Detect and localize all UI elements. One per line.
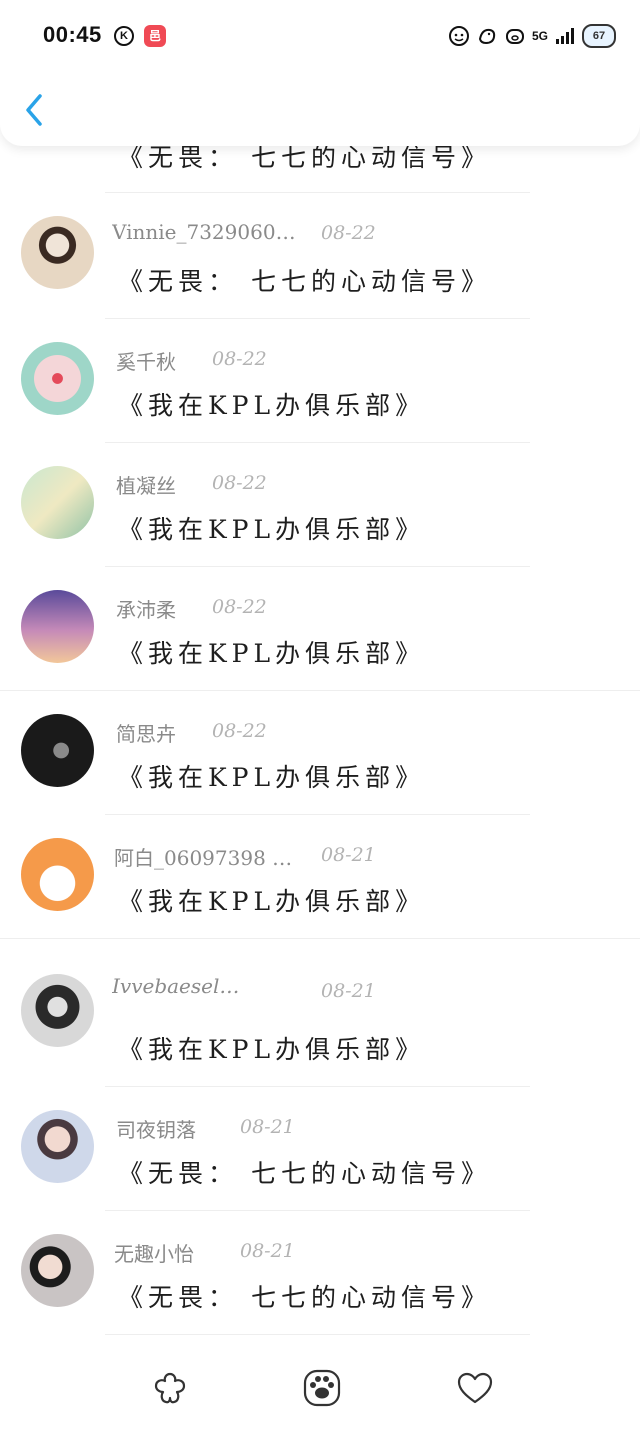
avatar [21, 590, 94, 663]
avatar [21, 714, 94, 787]
username: 阿白_06097398 … [114, 846, 293, 870]
divider [0, 938, 640, 939]
username: Ivvebaesel… [112, 974, 240, 998]
list-item[interactable]: 阿白_06097398 … 08-21 《我在KPL办俱乐部》 [0, 814, 640, 938]
username: 承沛柔 [116, 598, 176, 622]
divider [105, 1334, 530, 1335]
list-item[interactable]: 司夜钥落 08-21 《无畏： 七七的心动信号》 [0, 1086, 640, 1210]
divider [105, 1086, 530, 1087]
app-red-icon: 邑 [144, 25, 166, 47]
avatar [21, 1234, 94, 1307]
divider [105, 566, 530, 567]
post-date: 08-22 [212, 596, 267, 618]
signal-icon [556, 28, 575, 44]
username: 植凝丝 [116, 474, 176, 498]
network-label: 5G [532, 29, 549, 43]
book-title: 《我在KPL办俱乐部》 [118, 887, 426, 916]
avatar [21, 1110, 94, 1183]
list-item[interactable]: 无趣小怡 08-21 《无畏： 七七的心动信号》 [0, 1210, 640, 1335]
post-date: 08-21 [240, 1240, 295, 1262]
status-bar: 00:45 K 邑 5G 67 [0, 0, 640, 72]
list-item[interactable]: 奚千秋 08-22 《我在KPL办俱乐部》 [0, 318, 640, 442]
face-icon [449, 26, 469, 46]
book-title: 《无畏： 七七的心动信号》 [118, 267, 491, 296]
avatar [21, 838, 94, 911]
status-time: 00:45 [43, 22, 102, 47]
battery-indicator: 67 [582, 24, 617, 48]
divider [105, 814, 530, 815]
divider [105, 1210, 530, 1211]
avatar [21, 216, 94, 289]
top-header: 00:45 K 邑 5G 67 [0, 0, 640, 146]
avatar [21, 466, 94, 539]
list-item[interactable]: 承沛柔 08-22 《我在KPL办俱乐部》 [0, 566, 640, 690]
divider [105, 442, 530, 443]
book-title: 《无畏： 七七的心动信号》 [118, 1283, 491, 1312]
bottom-nav [0, 1340, 640, 1429]
list-item[interactable]: 简思卉 08-22 《我在KPL办俱乐部》 [0, 690, 640, 814]
post-date: 08-21 [240, 1116, 295, 1138]
book-title: 《无畏： 七七的心动信号》 [118, 1159, 491, 1188]
heart-icon[interactable] [455, 1368, 495, 1408]
post-date: 08-22 [212, 348, 267, 370]
book-title: 《我在KPL办俱乐部》 [118, 639, 426, 668]
bird-icon [478, 28, 496, 45]
username: Vinnie_73290605 … [112, 220, 302, 244]
avatar [21, 342, 94, 415]
book-title: 《我在KPL办俱乐部》 [118, 1035, 426, 1064]
list-item[interactable]: Ivvebaesel… 08-21 《我在KPL办俱乐部》 [0, 938, 640, 1086]
paw-icon[interactable] [302, 1368, 342, 1408]
post-date: 08-22 [321, 222, 376, 244]
system-icons: 5G 67 [448, 22, 617, 50]
flower-icon[interactable] [150, 1368, 190, 1408]
username: 简思卉 [116, 722, 176, 746]
book-title: 《我在KPL办俱乐部》 [118, 391, 426, 420]
list-item[interactable]: Vinnie_73290605 … 08-22 《无畏： 七七的心动信号》 [0, 192, 640, 316]
post-date: 08-21 [321, 844, 376, 866]
app-k-icon: K [114, 26, 134, 46]
username: 奚千秋 [116, 350, 176, 374]
username: 司夜钥落 [116, 1118, 196, 1142]
book-title: 《我在KPL办俱乐部》 [118, 515, 426, 544]
pig-icon [506, 29, 524, 44]
book-title: 《我在KPL办俱乐部》 [118, 763, 426, 792]
divider [0, 690, 640, 691]
list-item[interactable]: 植凝丝 08-22 《我在KPL办俱乐部》 [0, 442, 640, 566]
post-date: 08-21 [321, 980, 376, 1002]
post-date: 08-22 [212, 720, 267, 742]
avatar [21, 974, 94, 1047]
post-date: 08-22 [212, 472, 267, 494]
divider [105, 318, 530, 319]
username: 无趣小怡 [114, 1242, 194, 1266]
back-button[interactable] [20, 90, 50, 130]
